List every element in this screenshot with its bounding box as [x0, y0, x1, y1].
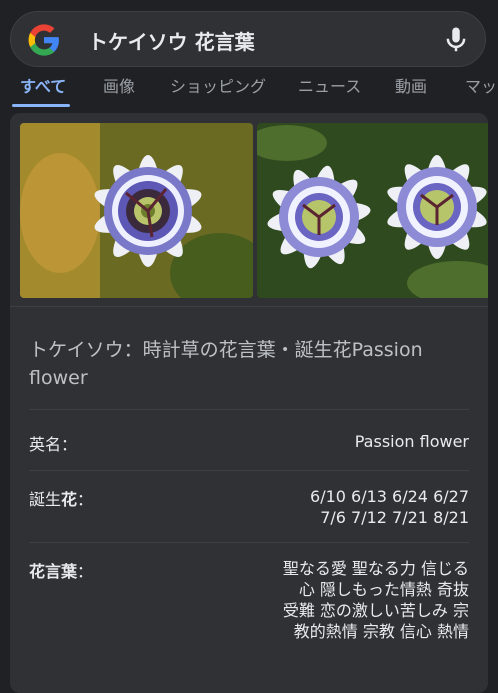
tab-videos[interactable]: 動画 [395, 73, 427, 97]
flower-language-value: 聖なる愛 聖なる力 信じる心 隠しもった情熱 奇抜 受難 恋の激しい苦しみ 宗教… [282, 559, 469, 641]
search-query-text[interactable]: トケイソウ 花言葉 [88, 26, 255, 55]
active-tab-indicator [12, 104, 70, 107]
row-divider [29, 542, 469, 543]
tab-all[interactable]: すべて [20, 73, 66, 97]
birth-flower-dates: 6/10 6/13 6/24 6/27 7/6 7/12 7/21 8/21 [310, 487, 469, 527]
tab-shopping[interactable]: ショッピング [170, 73, 266, 97]
search-box[interactable]: トケイソウ 花言葉 [10, 11, 486, 67]
google-logo-icon[interactable] [27, 23, 61, 57]
tab-news[interactable]: ニュース [298, 73, 361, 97]
microphone-icon[interactable] [441, 25, 471, 55]
row-divider [29, 409, 469, 410]
knowledge-card: トケイソウ：時計草の花言葉・誕生花Passion flower 英名： Pass… [10, 113, 488, 693]
image-divider [10, 306, 488, 307]
search-tabs: すべて 画像 ショッピング ニュース 動画 マッ [0, 70, 498, 110]
passion-flower-image-1[interactable] [20, 123, 253, 298]
flower-language-label: 花言葉： [29, 558, 93, 582]
result-title[interactable]: トケイソウ：時計草の花言葉・誕生花Passion flower [29, 336, 469, 392]
flower-language-label-bold: 花言葉 [29, 562, 78, 581]
passion-flower-image-2[interactable] [257, 123, 488, 298]
image-strip [20, 123, 488, 298]
row-divider [29, 470, 469, 471]
birth-flower-label-suffix: ： [77, 490, 94, 509]
tab-images[interactable]: 画像 [103, 73, 135, 97]
birth-flower-label-bold: 花 [61, 490, 78, 509]
birth-flower-label-prefix: 誕生 [29, 490, 62, 509]
english-name-value: Passion flower [354, 432, 469, 451]
birth-flower-label: 誕生花： [29, 486, 93, 510]
tab-maps[interactable]: マッ [465, 73, 497, 97]
english-name-label: 英名： [29, 435, 78, 454]
flower-language-label-suffix: ： [77, 562, 94, 581]
top-bar: トケイソウ 花言葉 すべて 画像 ショッピング ニュース 動画 マッ [0, 0, 498, 110]
